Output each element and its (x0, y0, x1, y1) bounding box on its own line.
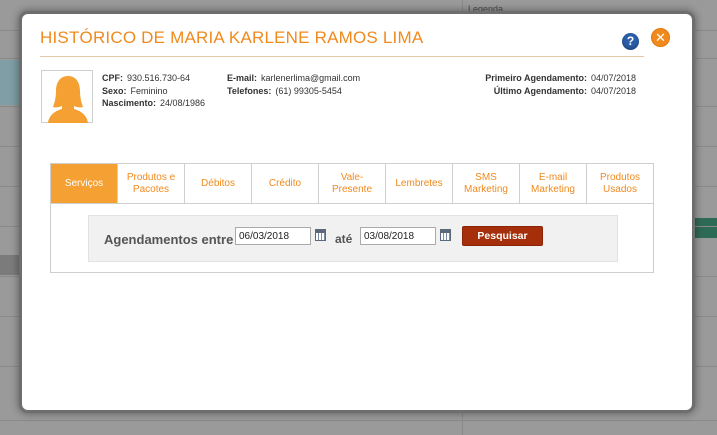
start-calendar-icon[interactable] (315, 229, 326, 241)
nascimento-label: Nascimento: (102, 98, 157, 108)
tab-panel-servicos: Agendamentos entre até Pesquisar (50, 203, 654, 273)
bg-dark-block (0, 255, 22, 275)
tab-servicos[interactable]: Serviços (51, 164, 118, 203)
avatar (41, 70, 93, 123)
ate-label: até (335, 232, 353, 246)
end-calendar-icon[interactable] (440, 229, 451, 241)
date-range-label: Agendamentos entre (104, 232, 234, 247)
close-icon[interactable]: ✕ (651, 28, 670, 47)
email-label: E-mail: (227, 73, 258, 83)
tab-sms-marketing[interactable]: SMS Marketing (453, 164, 520, 203)
client-schedule-info: Primeiro Agendamento: 04/07/2018 Último A… (485, 72, 636, 97)
ultimo-agendamento-label: Último Agendamento: (493, 85, 587, 96)
help-icon[interactable]: ? (622, 33, 639, 50)
title-divider (40, 56, 644, 57)
start-date-input[interactable] (235, 227, 311, 245)
tab-credito[interactable]: Crédito (252, 164, 319, 203)
modal-title: HISTÓRICO DE MARIA KARLENE RAMOS LIMA (40, 28, 424, 47)
bg-green-block (692, 218, 717, 238)
female-avatar-icon (48, 76, 88, 123)
tab-vale-presente[interactable]: Vale-Presente (319, 164, 386, 203)
email-value: karlenerlima@gmail.com (261, 73, 361, 83)
tab-produtos-usados[interactable]: Produtos Usados (587, 164, 653, 203)
tab-email-marketing[interactable]: E-mail Marketing (520, 164, 587, 203)
client-contact-info: E-mail: karlenerlima@gmail.com Telefones:… (227, 72, 360, 97)
ultimo-agendamento-value: 04/07/2018 (590, 85, 636, 96)
cpf-label: CPF: (102, 73, 123, 83)
search-button[interactable]: Pesquisar (462, 226, 543, 246)
telefones-label: Telefones: (227, 85, 272, 96)
primeiro-agendamento-value: 04/07/2018 (590, 73, 636, 83)
end-date-input[interactable] (360, 227, 436, 245)
history-modal: HISTÓRICO DE MARIA KARLENE RAMOS LIMA ? … (22, 14, 692, 410)
cpf-value: 930.516.730-64 (127, 73, 191, 83)
sexo-value: Feminino (130, 85, 168, 96)
telefones-value: (61) 99305-5454 (275, 85, 342, 96)
bg-legend-label: Legenda (468, 4, 504, 14)
bg-teal-block (0, 60, 22, 105)
primeiro-agendamento-label: Primeiro Agendamento: (485, 73, 587, 83)
client-basic-info: CPF: 930.516.730-64 Sexo: Feminino Nascime… (102, 72, 205, 110)
tab-lembretes[interactable]: Lembretes (386, 164, 453, 203)
bg-row-line (0, 420, 717, 421)
date-filter: Agendamentos entre até Pesquisar (88, 215, 618, 262)
nascimento-value: 24/08/1986 (160, 98, 206, 108)
tab-produtos-pacotes[interactable]: Produtos e Pacotes (118, 164, 185, 203)
tab-debitos[interactable]: Débitos (185, 164, 252, 203)
sexo-label: Sexo: (102, 85, 127, 96)
history-tabs: Serviços Produtos e Pacotes Débitos Créd… (50, 163, 654, 203)
